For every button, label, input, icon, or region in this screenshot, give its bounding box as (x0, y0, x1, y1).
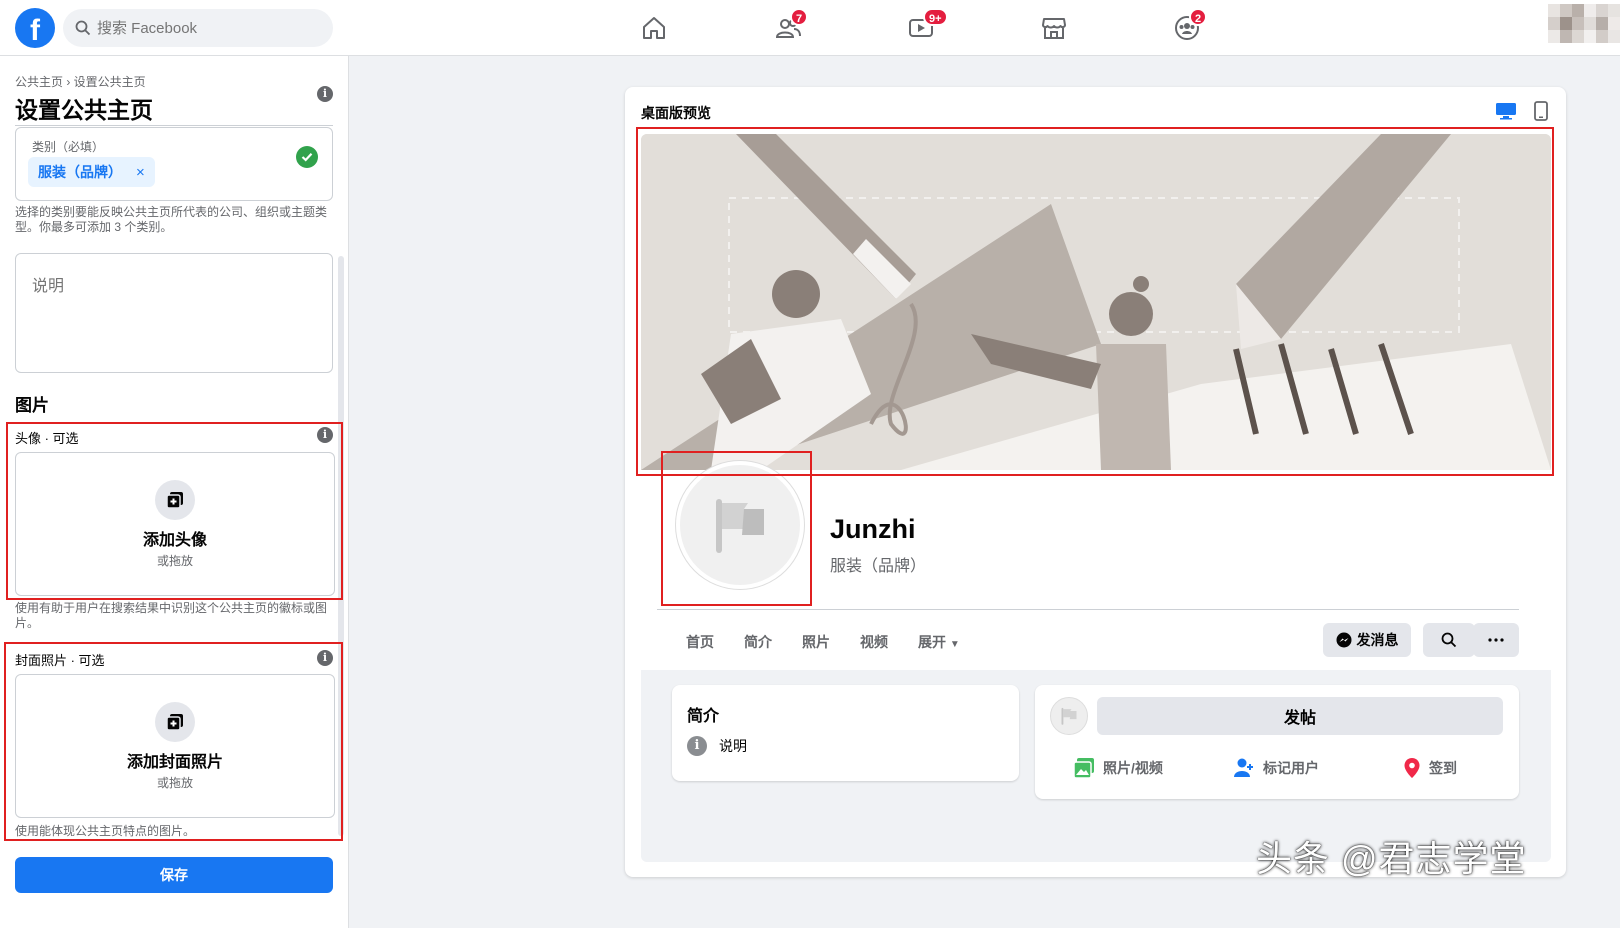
photo-video-label: 照片/视频 (1103, 760, 1163, 776)
profile-picture-placeholder (676, 461, 804, 589)
images-heading: 图片 (15, 396, 49, 415)
tab-more[interactable]: 展开 ▼ (903, 624, 975, 660)
search-input[interactable] (97, 19, 317, 37)
avatar-upload-title: 添加头像 (142, 531, 207, 549)
scrollbar[interactable] (338, 256, 344, 836)
avatar-help-text: 使用有助于用户在搜索结果中识别这个公共主页的徽标或图片。 (15, 601, 328, 630)
check-in-action[interactable]: 签到 (1403, 757, 1457, 779)
page-setup-panel: 公共主页 › 设置公共主页 设置公共主页 i 类别（必填） 服装（品牌） × 选… (0, 56, 349, 928)
page-tabs: 首页 简介 照片 视频 展开 ▼ (671, 624, 975, 660)
nav-groups[interactable]: 2 (1167, 8, 1208, 46)
avatar-upload-area[interactable]: 添加头像 或拖放 (15, 452, 335, 596)
divider (15, 125, 333, 126)
check-circle-icon (296, 146, 318, 168)
category-chip: 服装（品牌） × (28, 157, 155, 187)
mobile-icon[interactable] (1529, 101, 1553, 121)
messenger-icon (1336, 632, 1351, 648)
post-composer: 发帖 照片/视频 标记用户 签到 (1035, 685, 1519, 799)
marketplace-icon (1042, 18, 1066, 39)
desktop-icon[interactable] (1494, 101, 1518, 121)
message-button-label: 发消息 (1356, 632, 1399, 648)
tag-people-icon (1234, 758, 1253, 777)
tab-about[interactable]: 简介 (729, 624, 787, 660)
cover-upload-sub: 或拖放 (156, 775, 193, 790)
category-chip-label: 服装（品牌） (38, 164, 122, 180)
tab-photos[interactable]: 照片 (787, 624, 845, 660)
tag-people-label: 标记用户 (1263, 760, 1319, 776)
cover-photo-placeholder (641, 134, 1551, 470)
more-options-button[interactable] (1473, 623, 1519, 657)
category-help-text: 选择的类别要能反映公共主页所代表的公司、组织或主题类型。你最多可添加 3 个类别… (15, 205, 328, 234)
info-icon: i (687, 736, 707, 756)
tab-videos[interactable]: 视频 (845, 624, 903, 660)
chip-remove-icon[interactable]: × (136, 164, 145, 181)
page-title: 设置公共主页 (15, 97, 153, 123)
nav-home[interactable] (634, 10, 674, 46)
avatar-label: 头像 · 可选 (15, 431, 79, 446)
info-icon[interactable]: i (317, 427, 333, 443)
page-category: 服装（品牌） (830, 558, 927, 575)
description-field[interactable] (15, 253, 333, 373)
tag-people-action[interactable]: 标记用户 (1233, 757, 1319, 779)
desktop-preview-card: 桌面版预览 Junzhi 服装（品牌） 首页 简介 照片 视频 展开 ▼ 发消息… (625, 87, 1566, 877)
watermark: 头条 @君志学堂 (1256, 838, 1527, 879)
about-heading: 简介 (687, 708, 720, 725)
watch-badge: 9+ (923, 8, 948, 26)
account-avatar[interactable] (1548, 4, 1620, 44)
search-icon (1441, 632, 1457, 648)
facebook-logo[interactable]: f (15, 8, 55, 48)
info-icon[interactable]: i (317, 650, 333, 666)
info-icon[interactable]: i (317, 86, 333, 102)
about-card: 简介 i 说明 (672, 685, 1019, 781)
avatar-upload-sub: 或拖放 (156, 553, 193, 568)
flag-icon (1061, 707, 1077, 725)
category-label: 类别（必填） (32, 140, 105, 154)
search-box[interactable] (63, 9, 333, 47)
cover-illustration (641, 134, 1551, 470)
nav-friends[interactable]: 7 (768, 8, 809, 46)
divider (657, 609, 1519, 610)
add-photo-icon (155, 701, 195, 742)
photo-icon (1073, 758, 1094, 779)
tab-more-label: 展开 (918, 634, 946, 650)
more-icon (1488, 638, 1504, 642)
location-pin-icon (1404, 758, 1420, 778)
add-photo-icon (155, 479, 195, 520)
groups-badge: 2 (1189, 8, 1208, 26)
composer-avatar (1050, 697, 1088, 735)
cover-upload-title: 添加封面照片 (126, 753, 223, 771)
search-icon (75, 20, 91, 36)
check-in-label: 签到 (1429, 760, 1457, 776)
category-field[interactable]: 类别（必填） 服装（品牌） × (15, 127, 333, 201)
nav-marketplace[interactable] (1034, 10, 1074, 46)
about-description-row: i 说明 (687, 736, 747, 756)
tab-home[interactable]: 首页 (671, 624, 729, 660)
search-page-button[interactable] (1423, 623, 1475, 657)
cover-help-text: 使用能体现公共主页特点的图片。 (15, 824, 196, 838)
save-button[interactable]: 保存 (15, 857, 333, 893)
page-preview: Junzhi 服装（品牌） 首页 简介 照片 视频 展开 ▼ 发消息 简介 i … (641, 134, 1551, 862)
about-description: 说明 (719, 738, 747, 754)
create-post-button[interactable]: 发帖 (1097, 697, 1503, 735)
friends-badge: 7 (790, 8, 809, 26)
page-header: Junzhi 服装（品牌） 首页 简介 照片 视频 展开 ▼ 发消息 (641, 134, 1551, 670)
message-button[interactable]: 发消息 (1323, 623, 1411, 657)
nav-watch[interactable]: 9+ (901, 8, 948, 46)
photo-video-action[interactable]: 照片/视频 (1073, 757, 1163, 779)
breadcrumb[interactable]: 公共主页 › 设置公共主页 (15, 73, 146, 90)
preview-title: 桌面版预览 (641, 105, 711, 121)
caret-down-icon: ▼ (949, 639, 960, 650)
cover-label: 封面照片 · 可选 (15, 653, 105, 668)
cover-upload-area[interactable]: 添加封面照片 或拖放 (15, 674, 335, 818)
flag-icon (716, 499, 764, 553)
page-name: Junzhi (830, 514, 916, 544)
top-navigation-bar: f 7 9+ 2 (0, 0, 1620, 56)
home-icon (643, 17, 665, 39)
